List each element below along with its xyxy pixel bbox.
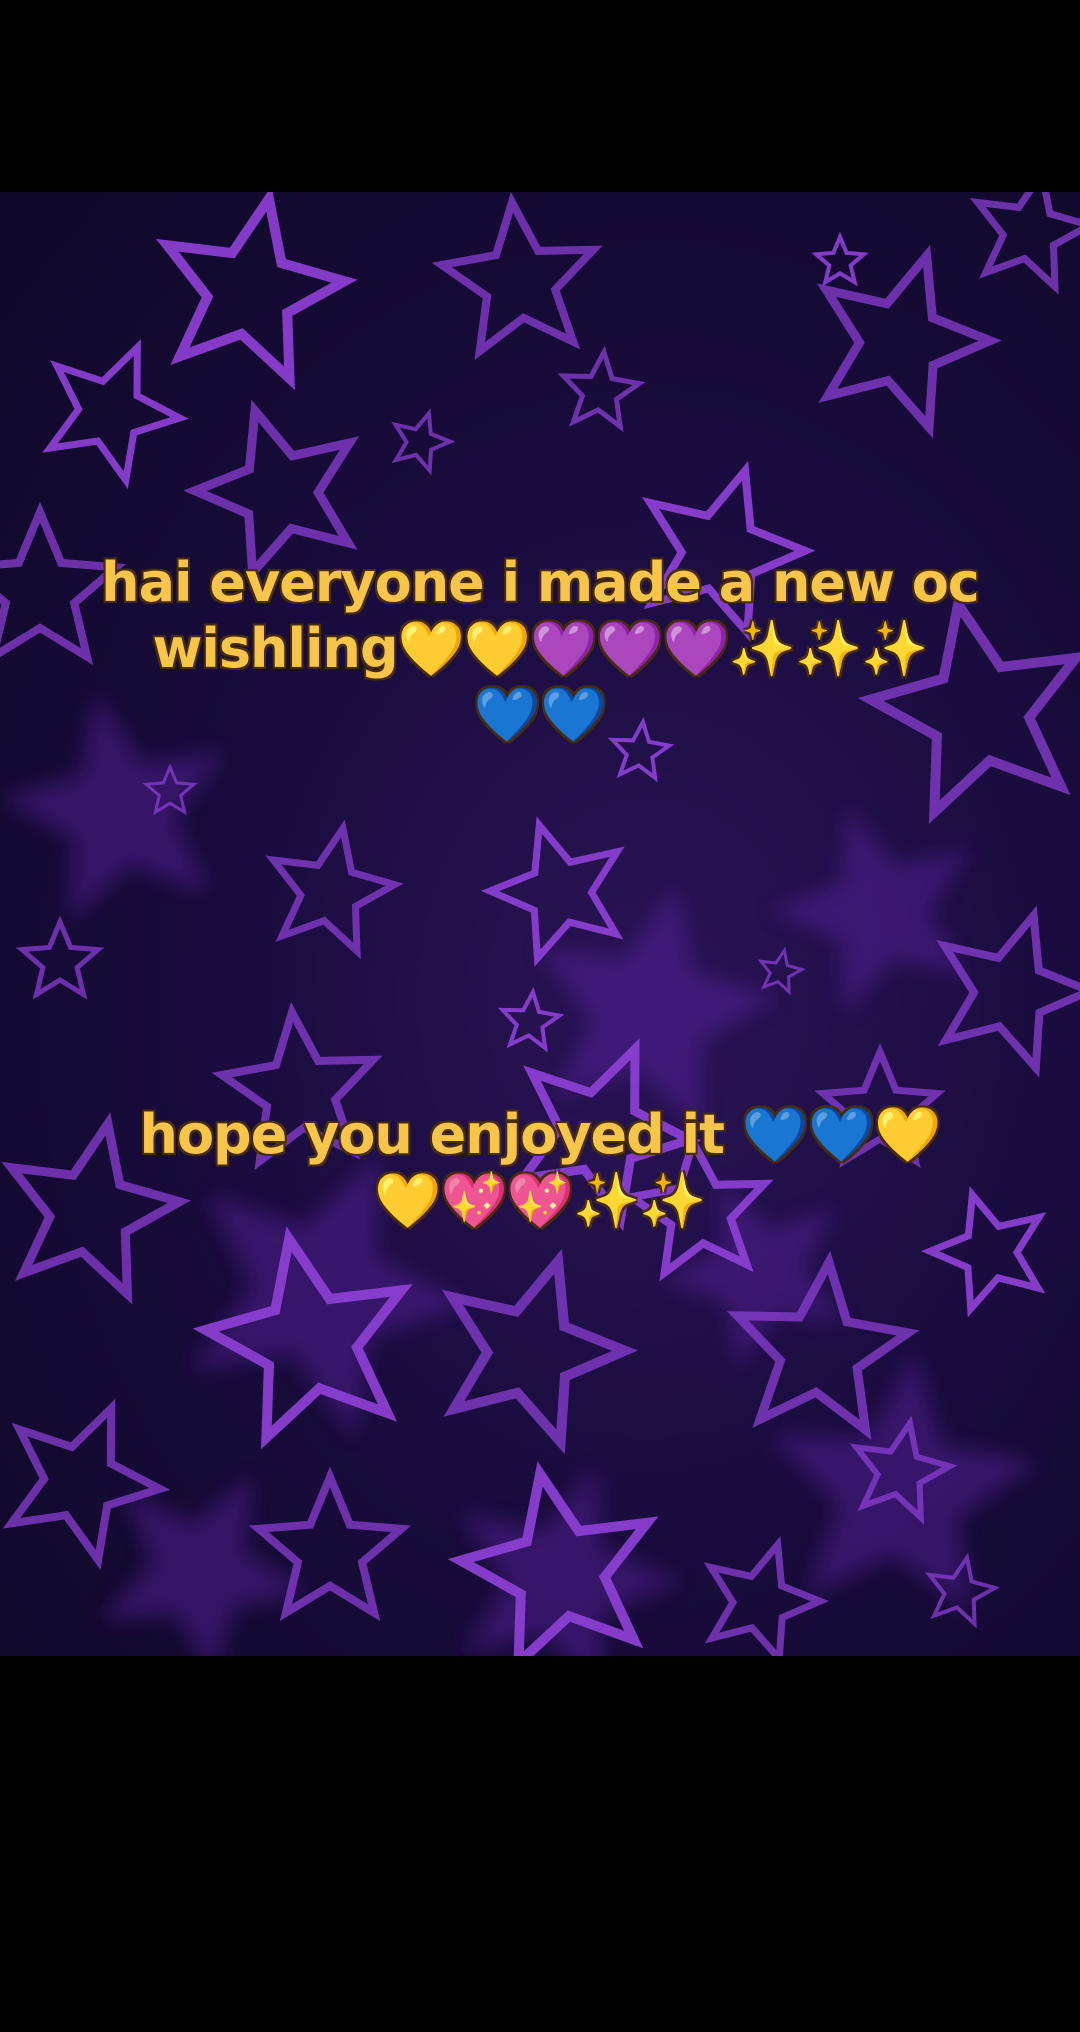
soft-star-5 bbox=[461, 1467, 680, 1656]
outlined-star-5 bbox=[557, 345, 646, 433]
outlined-star-6 bbox=[811, 231, 869, 287]
outlined-star-29 bbox=[703, 1536, 830, 1656]
outlined-star-16 bbox=[936, 905, 1080, 1078]
outlined-star-32 bbox=[15, 915, 105, 1000]
caption-outro: hope you enjoyed it 💙💙💛 💛💖💖✨✨ bbox=[139, 1102, 943, 1233]
outlined-star-7 bbox=[969, 192, 1080, 295]
outlined-star-11 bbox=[265, 819, 404, 960]
outlined-star-14 bbox=[757, 946, 806, 996]
outlined-star-25 bbox=[2, 1398, 171, 1571]
outlined-star-0 bbox=[155, 192, 358, 391]
caption-intro: hai everyone i made a new oc wishling💛💛💜… bbox=[100, 550, 981, 747]
outlined-star-22 bbox=[441, 1248, 639, 1455]
soft-star-1 bbox=[770, 806, 970, 1017]
outlined-star-3 bbox=[42, 339, 189, 490]
outlined-star-12 bbox=[480, 816, 625, 967]
outlined-star-15 bbox=[497, 986, 565, 1053]
purple-stars-background bbox=[0, 192, 1080, 1656]
video-frame: hai everyone i made a new oc wishling💛💛💜… bbox=[0, 192, 1080, 1656]
outlined-star-4 bbox=[183, 399, 360, 584]
soft-star-6 bbox=[100, 1475, 309, 1656]
outlined-star-31 bbox=[391, 408, 456, 476]
outlined-star-1 bbox=[431, 192, 603, 361]
